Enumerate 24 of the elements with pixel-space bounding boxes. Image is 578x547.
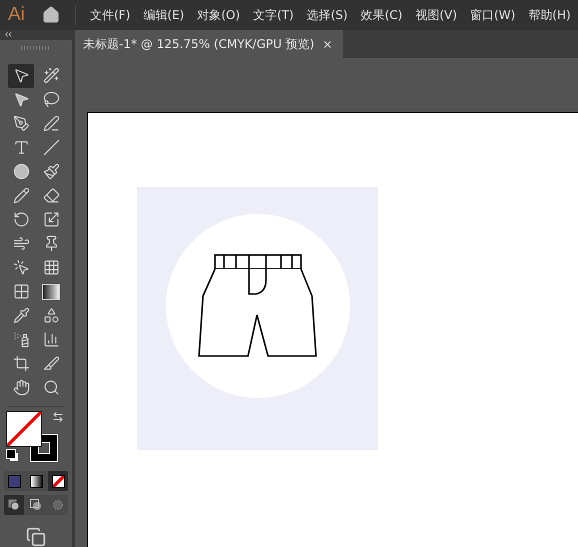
none-button[interactable] [48,471,68,491]
draw-normal-button[interactable] [4,495,24,515]
menu-item[interactable]: 选择(S) [306,6,348,24]
default-colors-icon[interactable] [6,449,16,459]
screen-mode-icon[interactable] [26,527,46,547]
close-icon[interactable] [322,38,334,50]
menu-item[interactable]: 效果(C) [360,6,402,24]
document-tab[interactable]: 未标题-1* @ 125.75% (CMYK/GPU 预览) [75,30,344,58]
circle-behind-square-icon [30,499,42,511]
home-icon[interactable] [42,6,60,24]
collapse-button[interactable]: ‹‹ [0,30,12,40]
menu-item[interactable]: 帮助(H) [528,6,571,24]
app-logo: Ai [8,4,26,26]
gradient-icon [42,284,60,300]
menu-item[interactable]: 文字(T) [253,6,294,24]
menu-item[interactable]: 视图(V) [415,6,458,24]
fill-swatch[interactable] [6,410,42,447]
menu-item[interactable]: 窗口(W) [470,6,516,24]
dashed-circle-icon [52,499,64,511]
menu-item[interactable]: 编辑(E) [143,6,184,24]
panel-grip[interactable] [21,46,51,50]
menu-item[interactable]: 对象(O) [197,6,240,24]
menu-item[interactable]: 文件(F) [90,6,130,24]
swap-icon[interactable] [52,410,64,423]
